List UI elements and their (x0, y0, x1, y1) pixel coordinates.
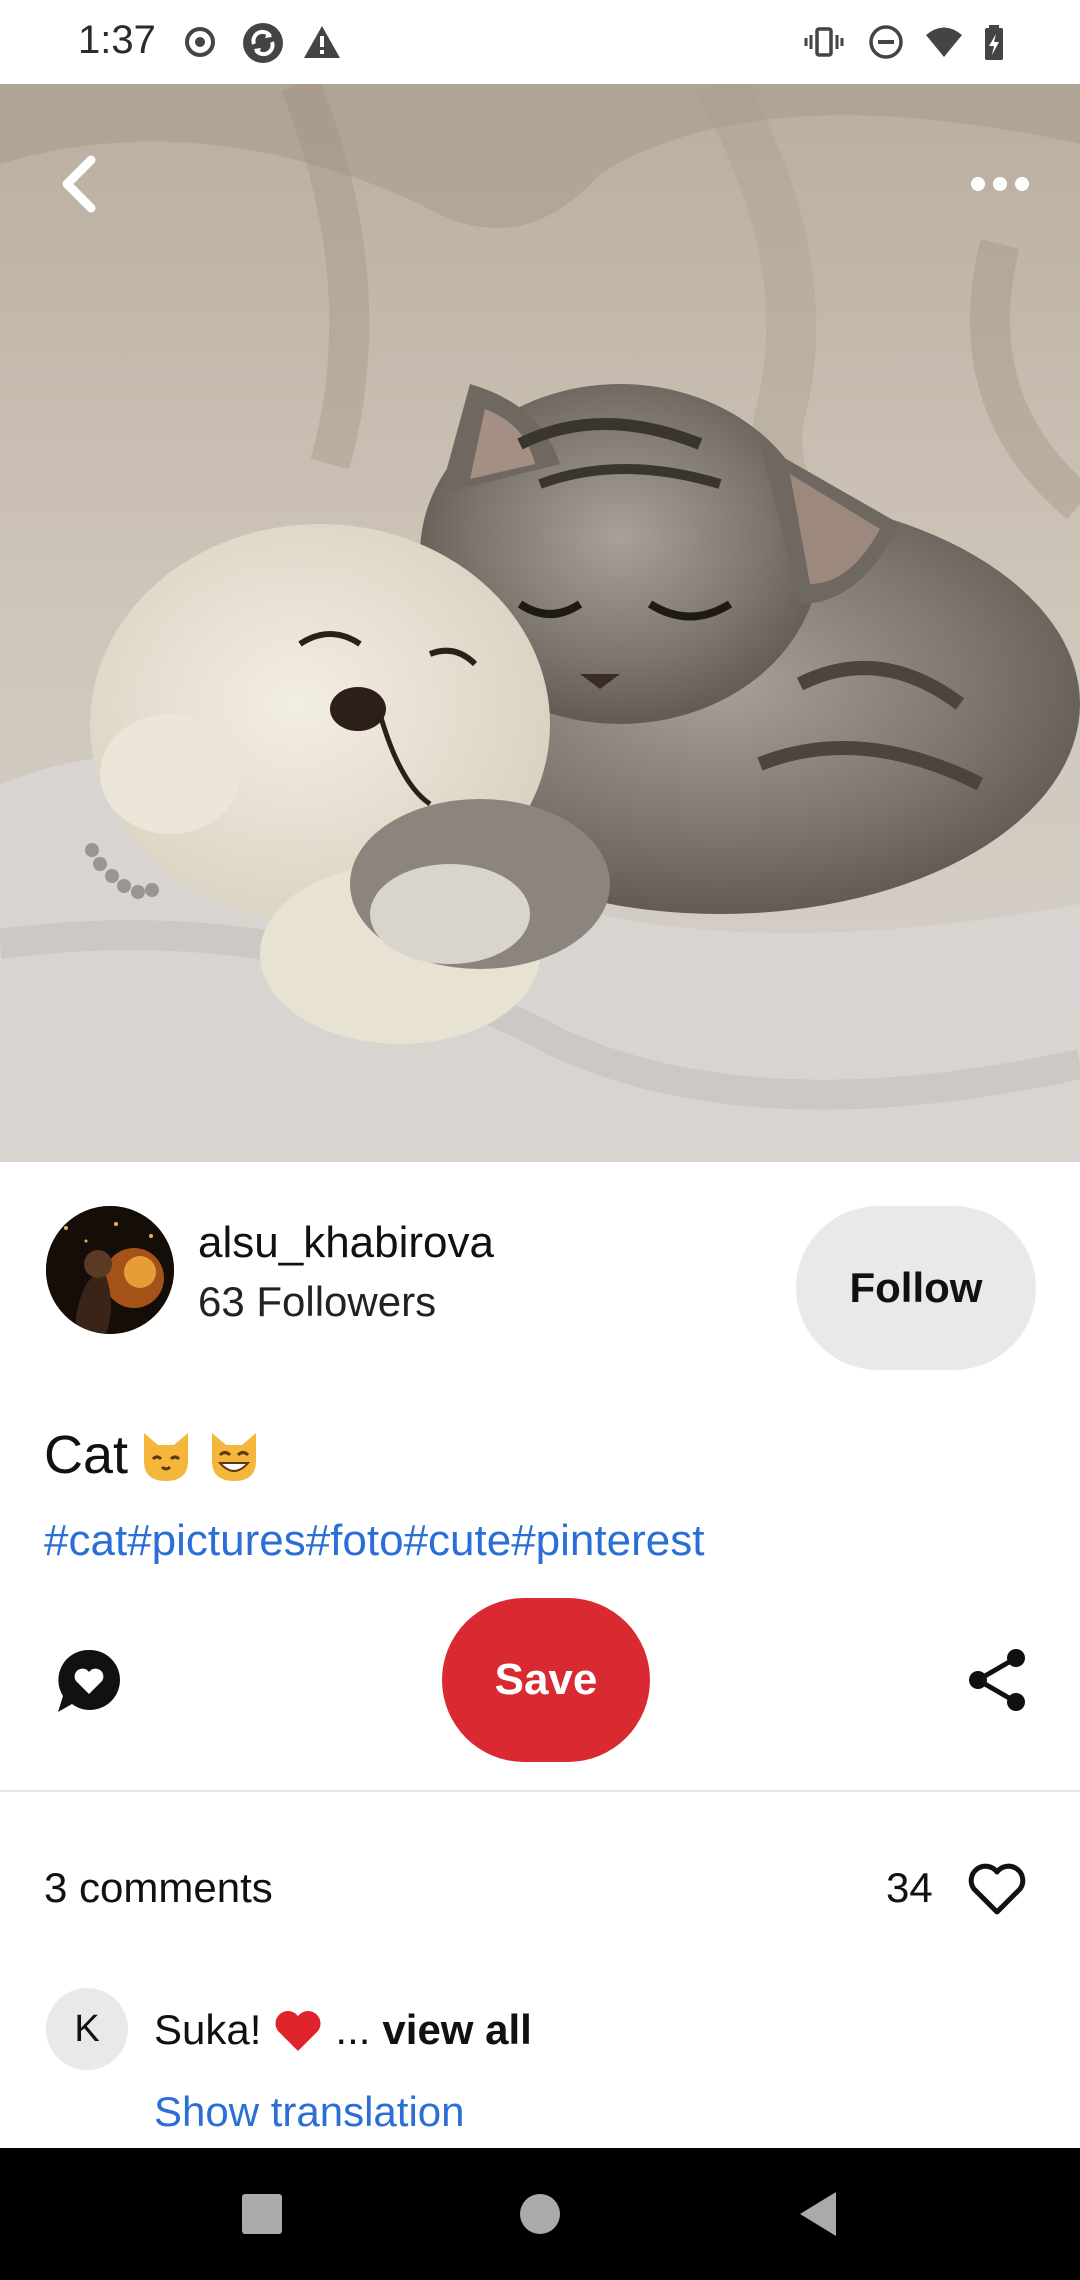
vibrate-icon (804, 27, 844, 57)
save-button[interactable]: Save (442, 1598, 650, 1762)
recents-icon (242, 2194, 282, 2234)
battery-icon (985, 25, 1003, 60)
comment-ellipsis: ... (335, 2006, 371, 2053)
comment-avatar[interactable]: K (46, 1988, 128, 2070)
show-translation-link[interactable]: Show translation (154, 2088, 465, 2136)
share-icon[interactable] (966, 1648, 1030, 1712)
red-heart-emoji (275, 2011, 321, 2051)
record-icon (185, 27, 215, 57)
chevron-left-icon (62, 155, 96, 213)
wifi-icon (926, 27, 962, 57)
recents-button[interactable] (234, 2186, 290, 2242)
creator-row: alsu_khabirova 63 Followers Follow (0, 1206, 1080, 1374)
pin-title-text: Cat (44, 1425, 129, 1485)
creator-followers: 63 Followers (198, 1278, 437, 1325)
view-all-link[interactable]: view all (382, 2006, 531, 2054)
more-horizontal-icon (971, 177, 1029, 191)
avatar-image (46, 1206, 174, 1334)
comment-text: Suka! ... view all (154, 2006, 532, 2054)
creator-name[interactable]: alsu_khabirova (198, 1218, 494, 1268)
pin-image[interactable] (0, 84, 1080, 1162)
navigation-bar (0, 2148, 1080, 2280)
hashtags[interactable]: #cat#pictures#foto#cute#pinterest (44, 1516, 704, 1566)
heart-icon[interactable] (966, 1860, 1028, 1918)
more-options-button[interactable] (960, 144, 1040, 224)
back-nav-button[interactable] (790, 2186, 846, 2242)
warning-icon (304, 26, 340, 58)
likes-count: 34 (886, 1864, 933, 1911)
dnd-icon (869, 25, 903, 59)
creator-avatar[interactable] (46, 1206, 174, 1334)
follow-button[interactable]: Follow (796, 1206, 1036, 1370)
back-triangle-icon (800, 2192, 836, 2236)
back-button[interactable] (40, 144, 120, 224)
comment-body: Suka! (154, 2006, 262, 2053)
divider (0, 1790, 1080, 1792)
sync-icon (243, 23, 283, 63)
kitten-photo (0, 84, 1080, 1162)
status-time: 1:37 (78, 18, 156, 62)
cat-face-emoji (144, 1433, 189, 1481)
comments-count: 3 comments (44, 1864, 273, 1911)
pin-title: Cat (44, 1424, 264, 1486)
home-button[interactable] (512, 2186, 568, 2242)
comment-icon[interactable] (54, 1646, 124, 1716)
grinning-cat-emoji (212, 1433, 257, 1481)
home-icon (520, 2194, 560, 2234)
status-bar: 1:37 (0, 0, 1080, 84)
